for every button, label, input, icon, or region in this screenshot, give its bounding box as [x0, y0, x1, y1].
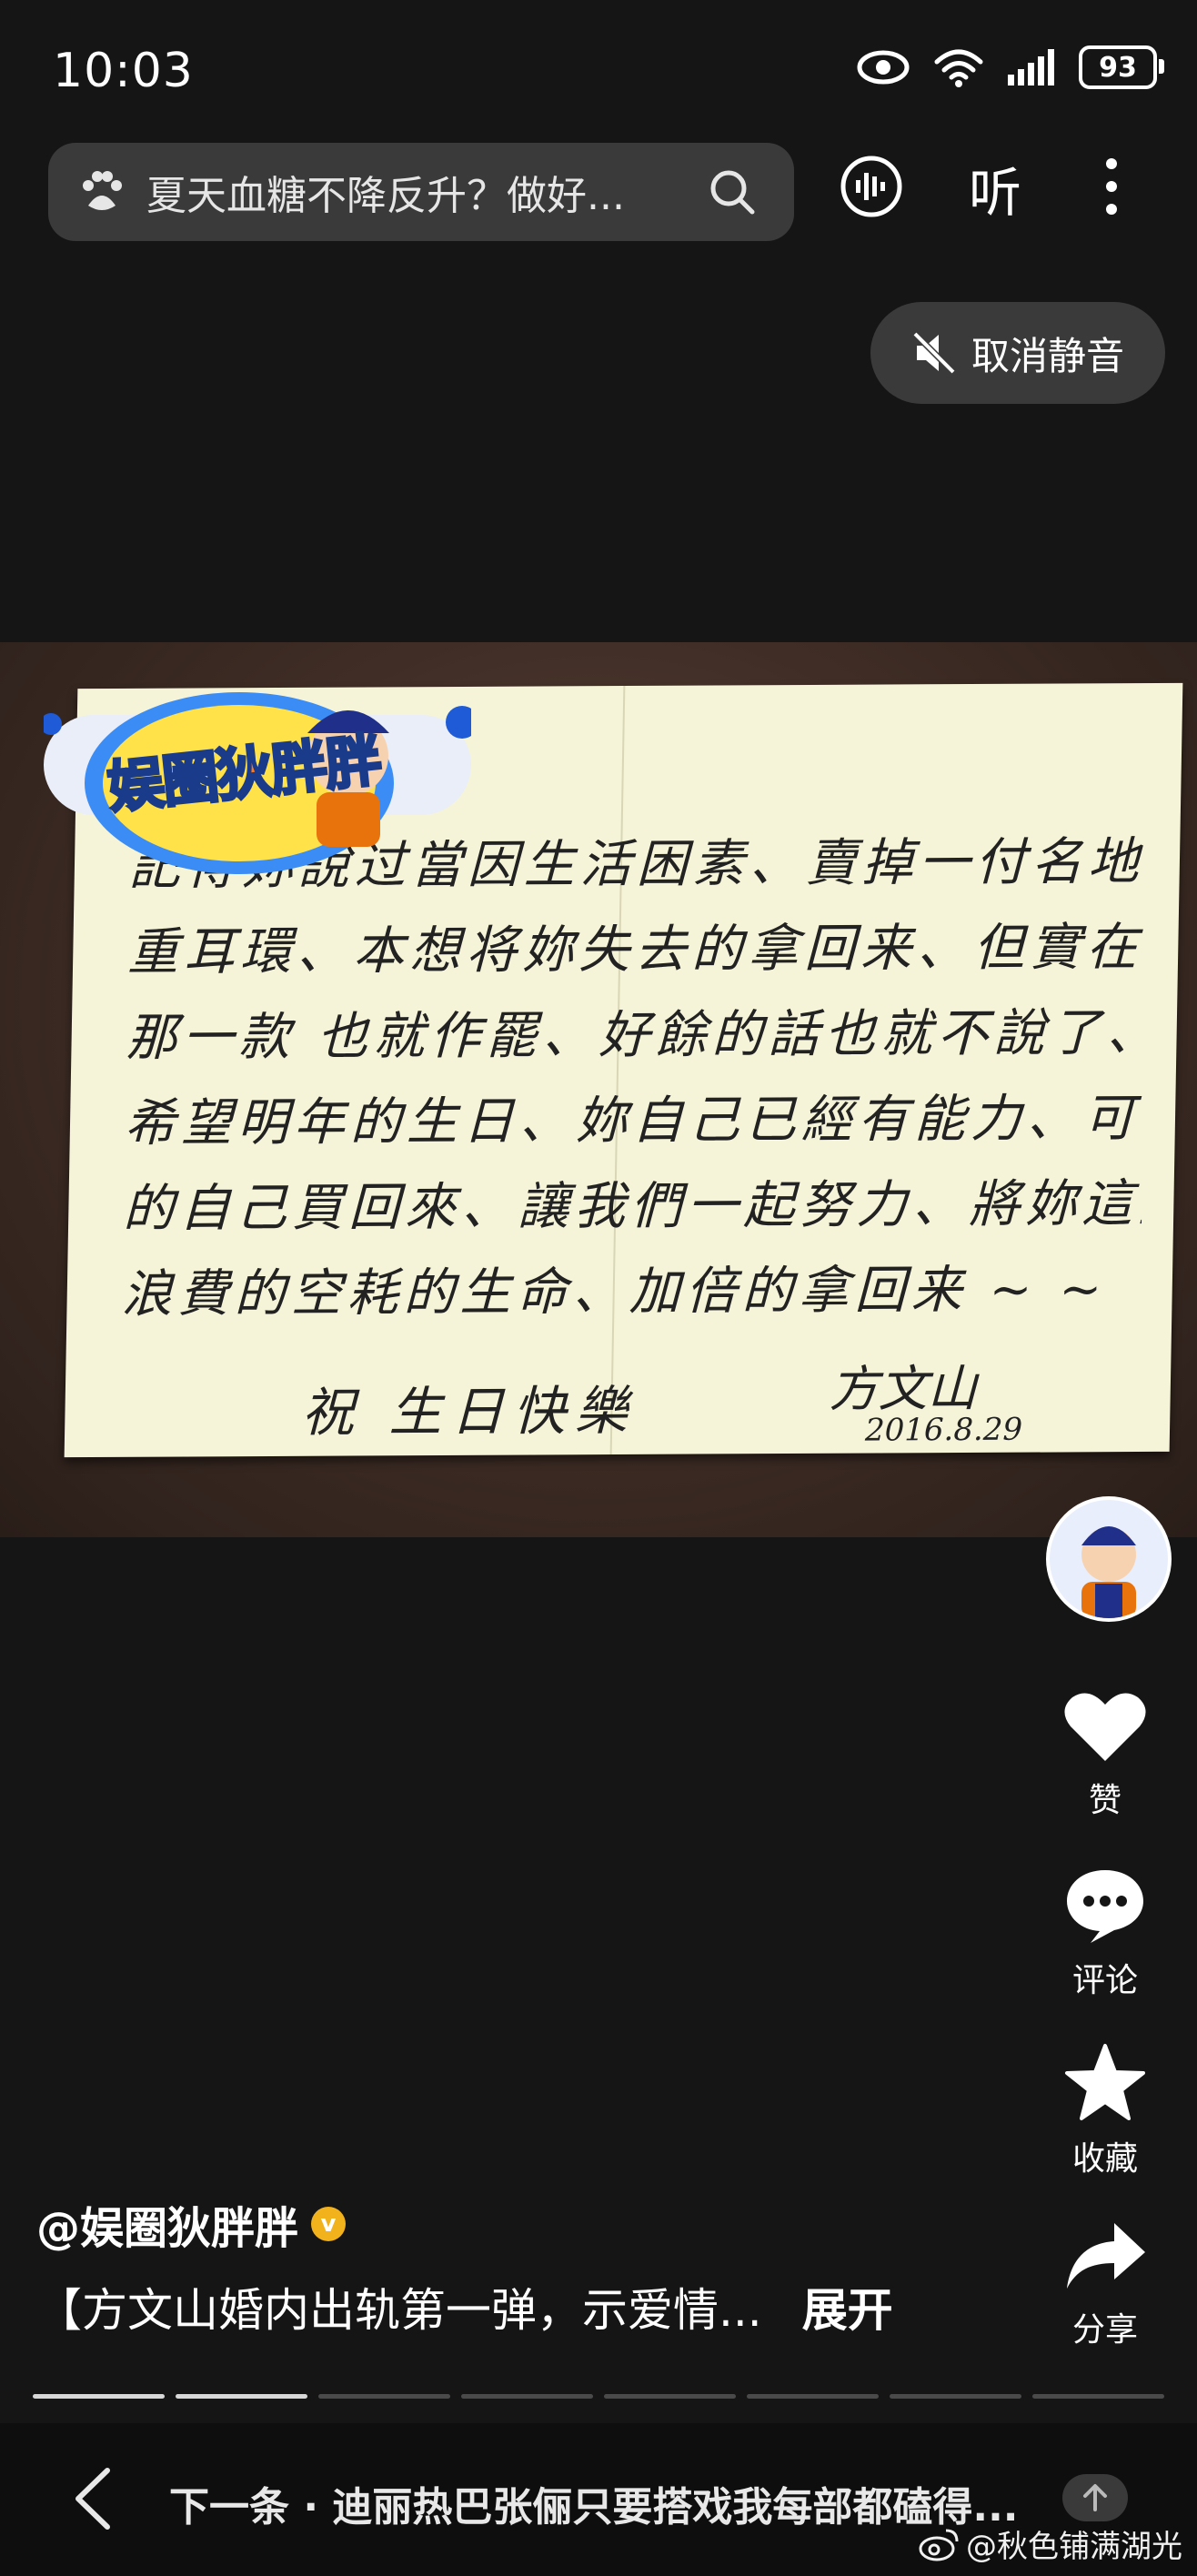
like-button[interactable]: 赞 [1055, 1690, 1155, 1821]
speaker-muted-icon [912, 331, 956, 375]
status-icons: 93 [857, 45, 1164, 89]
author-avatar[interactable] [1046, 1496, 1172, 1622]
next-up-button[interactable] [1062, 2474, 1128, 2521]
weibo-logo-icon [919, 2529, 959, 2561]
video-frame[interactable]: 記得妳說过當因生活困素、賣掉一付名地 重耳環、本想将妳失去的拿回来、但實在不知 … [0, 642, 1197, 1537]
progress-segment [747, 2394, 879, 2399]
eye-icon [857, 50, 910, 85]
progress-segment [318, 2394, 450, 2399]
back-chevron-icon[interactable] [73, 2467, 113, 2531]
progress-segment [461, 2394, 593, 2399]
more-options-icon[interactable] [1102, 156, 1121, 216]
heart-icon [1064, 1693, 1146, 1761]
post-caption: 【方文山婚内出轨第一弹，示爱情... [36, 2284, 762, 2337]
letter-line: 那一款 也就作罷、好餘的話也就不說了、 [126, 1002, 1146, 1068]
weibo-watermark: @秋色铺满湖光 [919, 2521, 1182, 2566]
share-label: 分享 [1071, 2311, 1138, 2349]
search-query[interactable]: 夏天血糖不降反升？做好... [146, 163, 692, 221]
wifi-icon [934, 49, 983, 87]
author-name-row[interactable]: @娱圈狄胖胖 v [36, 2192, 347, 2256]
channel-logo: 娱圈狄胖胖 [40, 669, 478, 879]
arrow-up-icon [1083, 2484, 1107, 2511]
battery-indicator: 93 [1079, 45, 1164, 89]
share-button[interactable]: 分享 [1055, 2219, 1155, 2350]
letter-signature: 方文山 [829, 1359, 978, 1418]
search-icon[interactable] [709, 168, 756, 216]
expand-caption-button[interactable]: 展开 [802, 2274, 893, 2340]
progress-segment [1032, 2394, 1164, 2399]
letter-line: 的自己買回來、讓我們一起努力、將妳這些年 [122, 1173, 1143, 1239]
unmute-button[interactable]: 取消静音 [870, 302, 1165, 404]
progress-segment [33, 2394, 165, 2399]
carousel-progress [33, 2394, 1164, 2399]
verified-badge-icon: v [311, 2207, 347, 2241]
author-name[interactable]: @娱圈狄胖胖 [36, 2192, 298, 2256]
unmute-label: 取消静音 [971, 333, 1124, 378]
voice-assistant-icon[interactable] [840, 155, 903, 218]
comment-icon [1067, 1870, 1143, 1943]
search-bar[interactable]: 夏天血糖不降反升？做好... [48, 143, 794, 241]
letter-line: 浪費的空耗的生命、加倍的拿回来 ~ ~ [121, 1260, 1108, 1324]
comment-label: 评论 [1071, 1962, 1138, 1999]
signal-icon [1008, 49, 1054, 86]
comment-button[interactable]: 评论 [1055, 1867, 1155, 2001]
favorite-label: 收藏 [1071, 2140, 1138, 2178]
status-time: 10:03 [53, 44, 194, 98]
progress-segment [176, 2394, 307, 2399]
baidu-paw-icon [83, 171, 122, 210]
progress-segment [890, 2394, 1021, 2399]
favorite-button[interactable]: 收藏 [1055, 2043, 1155, 2179]
battery-level: 93 [1099, 51, 1137, 84]
letter-closing: 祝 生日快樂 [300, 1379, 638, 1444]
progress-segment [604, 2394, 736, 2399]
watermark-text: @秋色铺满湖光 [966, 2529, 1182, 2565]
letter-body: 記得妳說过當因生活困素、賣掉一付名地 重耳環、本想将妳失去的拿回来、但實在不知 … [121, 820, 1149, 1338]
like-label: 赞 [1088, 1782, 1122, 1819]
post-caption-row: 【方文山婚内出轨第一弹，示爱情... 展开 [36, 2274, 893, 2340]
listen-button[interactable]: 听 [969, 150, 1021, 226]
letter-date: 2016.8.29 [864, 1411, 1023, 1449]
letter-line: 希望明年的生日、妳自己已經有能力、可以將失去 [124, 1087, 1144, 1153]
share-arrow-icon [1067, 2223, 1145, 2289]
letter-line: 重耳環、本想将妳失去的拿回来、但實在不知 [126, 917, 1148, 982]
star-icon [1065, 2044, 1145, 2120]
